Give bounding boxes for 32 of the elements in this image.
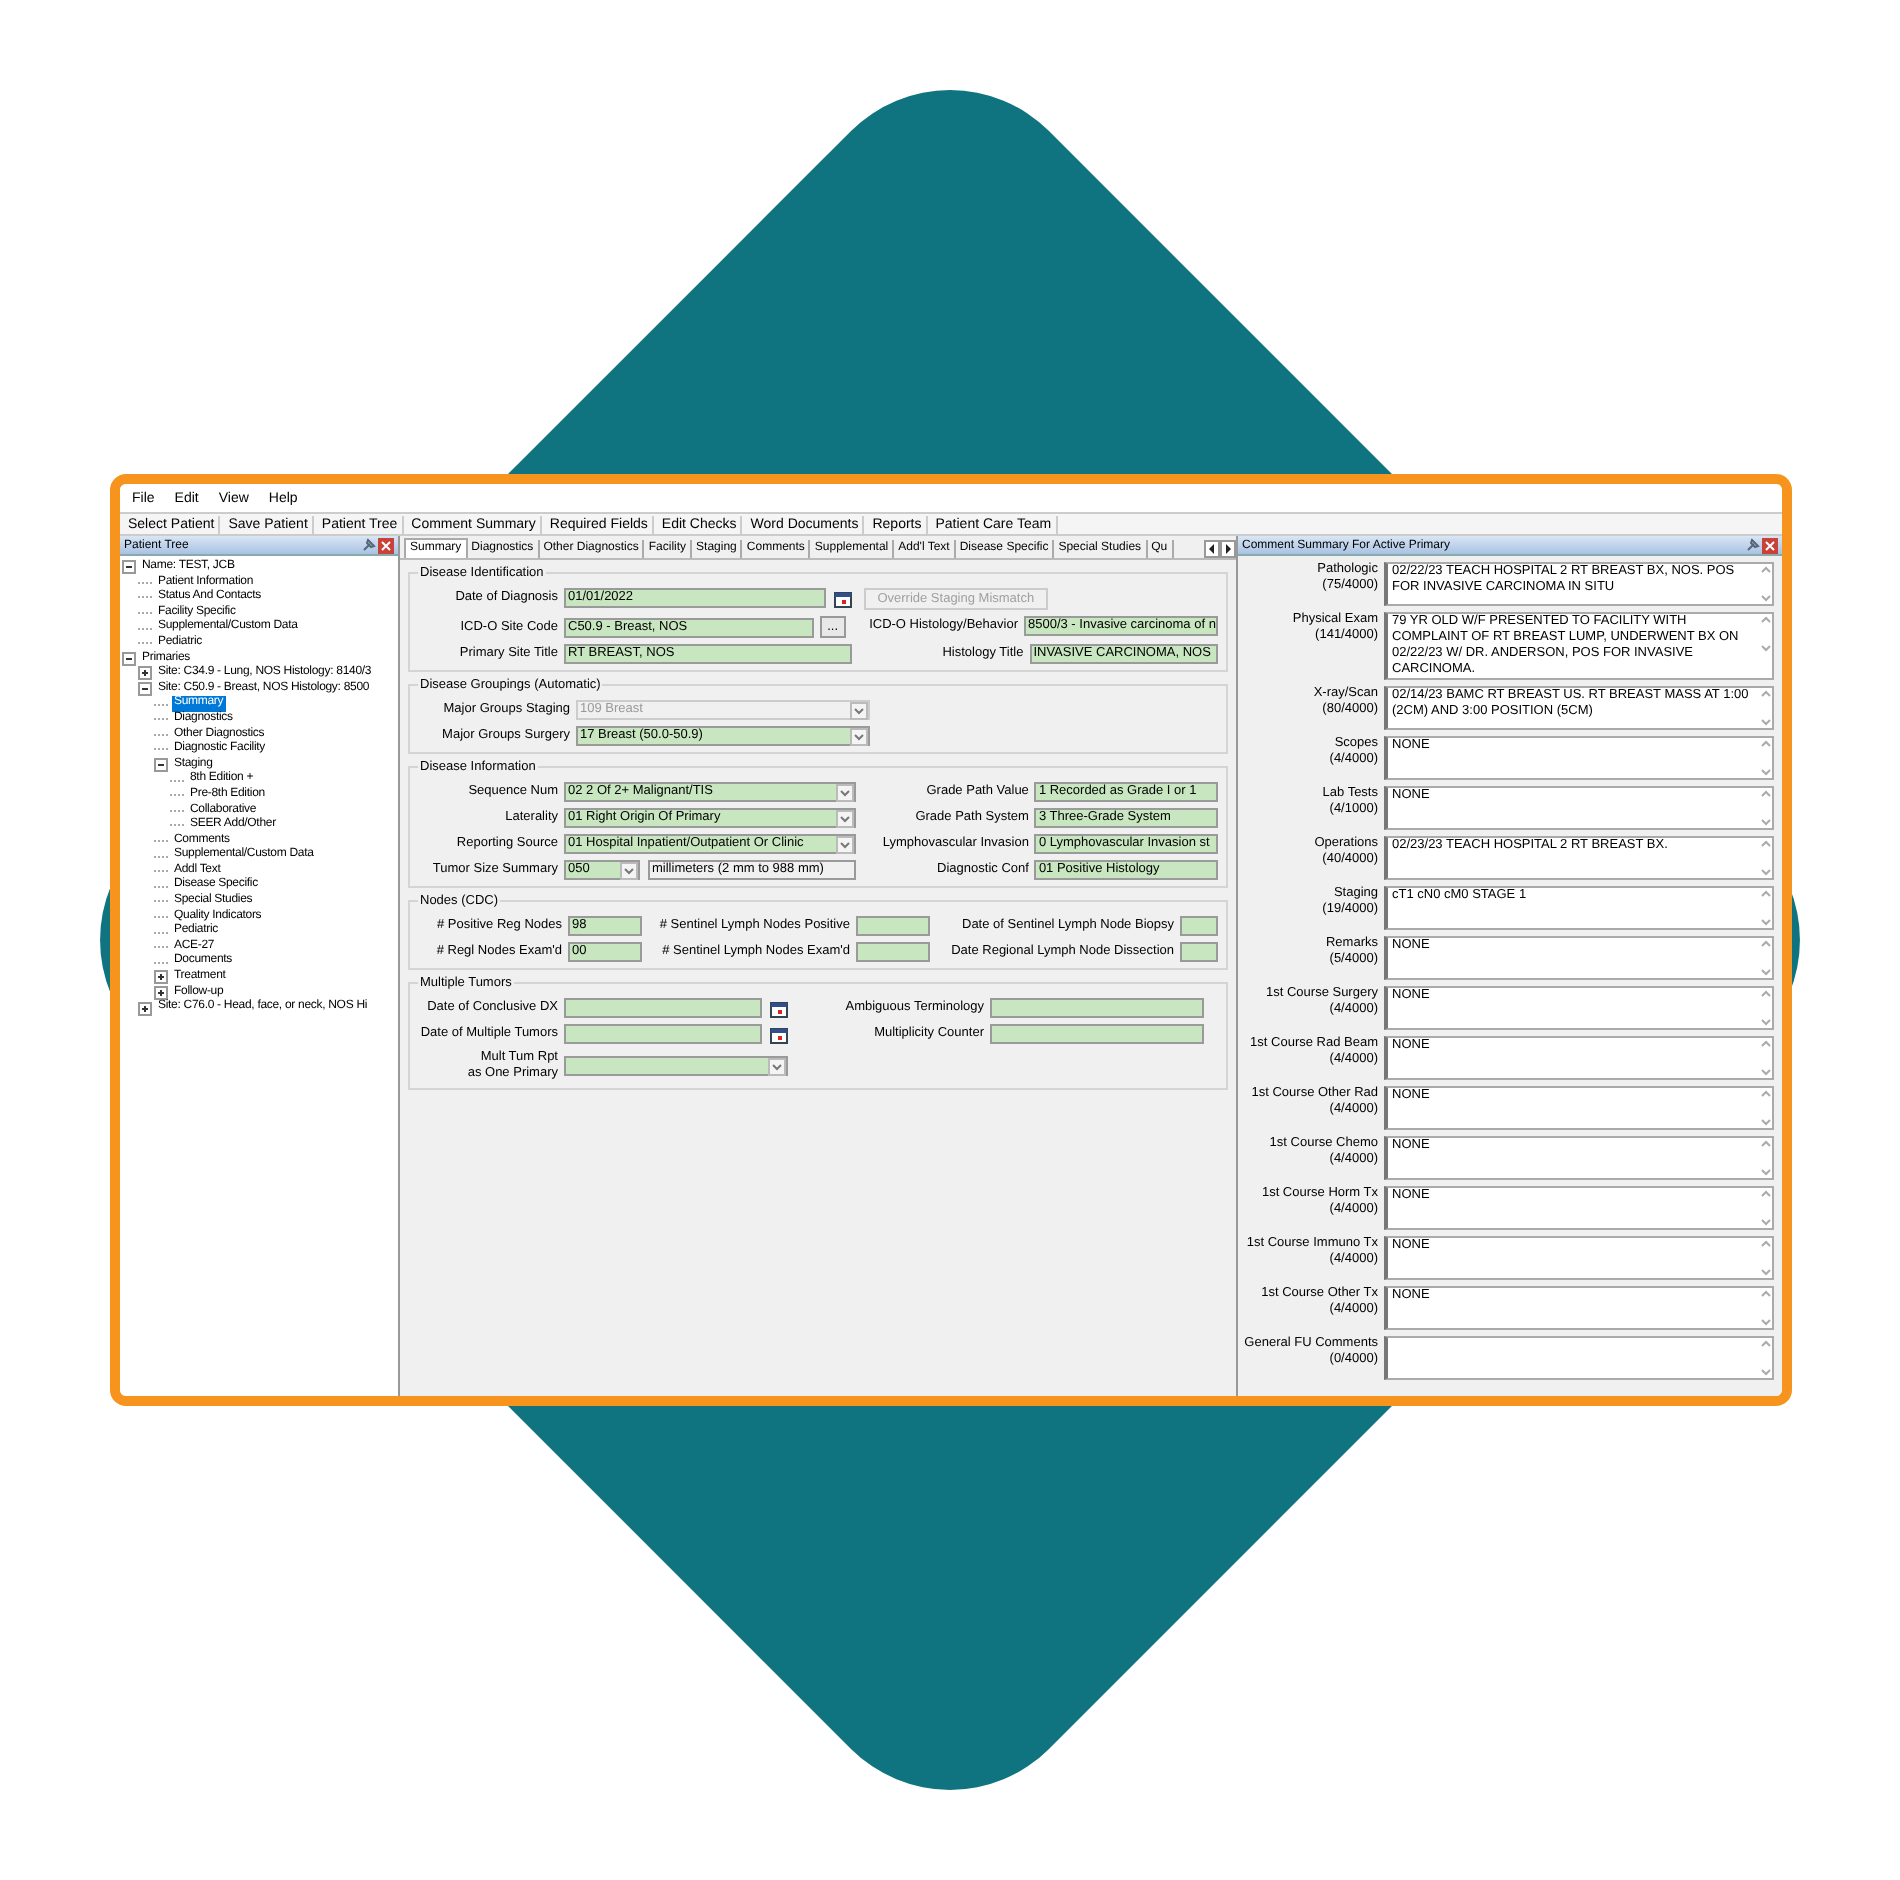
close-icon[interactable]	[378, 537, 394, 553]
expand-icon[interactable]	[154, 970, 168, 985]
text-field[interactable]	[990, 998, 1204, 1018]
calendar-icon[interactable]	[770, 999, 788, 1017]
date-field[interactable]	[564, 1024, 762, 1044]
dropdown-icon[interactable]	[836, 809, 855, 827]
tab-scroll-icon[interactable]	[1204, 540, 1236, 558]
collapse-icon[interactable]	[138, 682, 152, 697]
expand-icon[interactable]	[138, 1001, 152, 1016]
dropdown-icon[interactable]	[768, 1057, 786, 1075]
dropdown-field[interactable]	[564, 1056, 788, 1076]
dropdown-icon[interactable]	[620, 861, 638, 879]
date-field[interactable]	[564, 998, 762, 1018]
expand-icon[interactable]	[154, 985, 168, 1000]
pin-icon[interactable]	[360, 537, 376, 553]
collapse-icon[interactable]	[122, 651, 136, 666]
close-icon[interactable]	[1762, 537, 1778, 553]
dropdown-icon[interactable]	[836, 835, 855, 853]
expand-icon[interactable]	[138, 666, 152, 681]
calendar-icon[interactable]	[833, 589, 852, 607]
text-field[interactable]	[990, 1024, 1204, 1044]
dropdown-icon[interactable]	[836, 783, 855, 801]
collapse-icon[interactable]	[122, 560, 136, 575]
text-field[interactable]	[1180, 916, 1218, 936]
text-field[interactable]	[1180, 942, 1218, 962]
collapse-icon[interactable]	[154, 758, 168, 773]
comment-field[interactable]	[1384, 1336, 1774, 1380]
pin-icon[interactable]	[1744, 537, 1760, 553]
calendar-icon[interactable]	[770, 1025, 788, 1043]
text-field[interactable]	[856, 916, 930, 936]
text-field[interactable]	[856, 942, 930, 962]
dropdown-icon[interactable]	[850, 727, 868, 745]
